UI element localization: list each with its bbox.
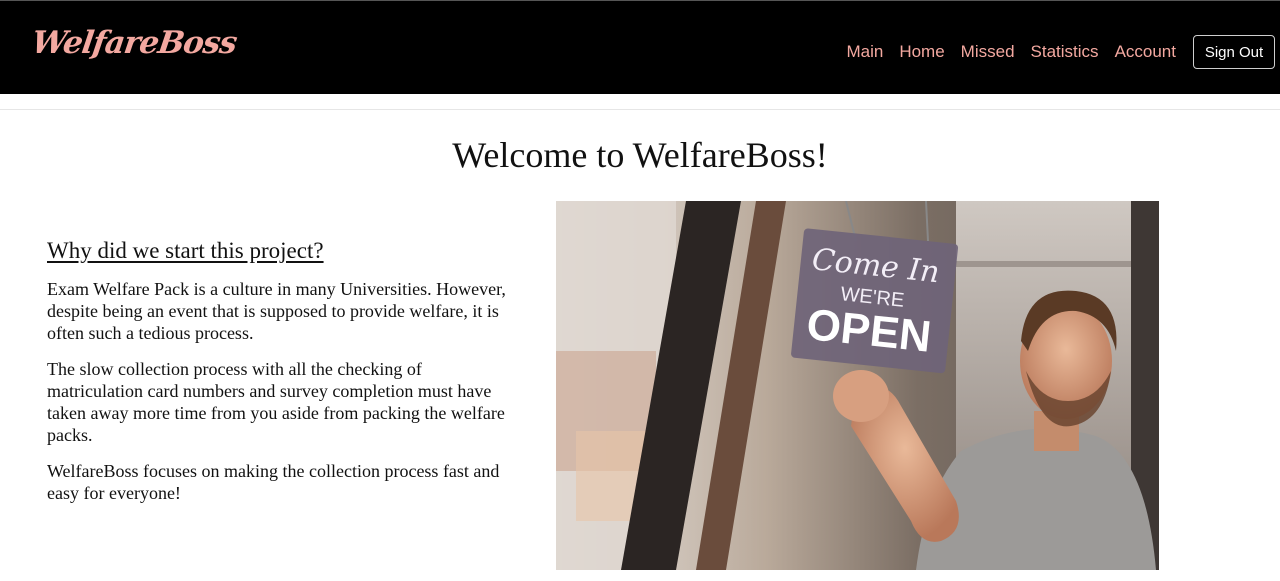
intro-paragraph: WelfareBoss focuses on making the collec… bbox=[47, 461, 500, 503]
page-title: Welcome to WelfareBoss! bbox=[452, 135, 828, 175]
brand-logo[interactable]: WelfareBoss bbox=[29, 25, 238, 61]
nav-link-statistics[interactable]: Statistics bbox=[1031, 41, 1099, 63]
intro-text-column: Why did we start this project? Exam Welf… bbox=[47, 238, 517, 518]
nav-link-account[interactable]: Account bbox=[1115, 41, 1176, 63]
hero-image: Come In WE'RE OPEN bbox=[556, 201, 1159, 570]
top-navbar: WelfareBoss Main Home Missed Statistics … bbox=[0, 0, 1280, 94]
nav-link-main[interactable]: Main bbox=[846, 41, 883, 63]
header-divider bbox=[0, 109, 1280, 110]
intro-paragraph: Exam Welfare Pack is a culture in many U… bbox=[47, 279, 506, 343]
nav-links: Main Home Missed Statistics Account bbox=[846, 41, 1176, 63]
sign-out-button[interactable]: Sign Out bbox=[1193, 35, 1275, 69]
nav-link-missed[interactable]: Missed bbox=[961, 41, 1015, 63]
nav-link-home[interactable]: Home bbox=[899, 41, 944, 63]
intro-paragraph: The slow collection process with all the… bbox=[47, 359, 505, 445]
hero-photo-illustration: Come In WE'RE OPEN bbox=[556, 201, 1159, 570]
section-heading: Why did we start this project? bbox=[47, 238, 324, 263]
